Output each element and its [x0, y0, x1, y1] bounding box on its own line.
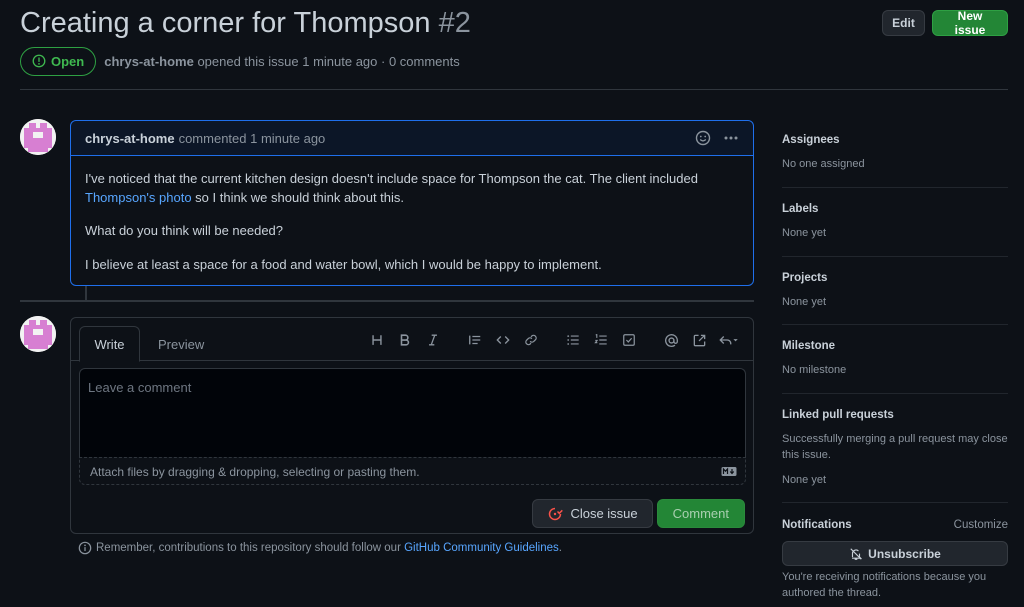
attach-files-text: Attach files by dragging & dropping, sel… [90, 465, 420, 479]
sidebar-divider [782, 187, 1008, 188]
smiley-icon[interactable] [695, 130, 711, 146]
comment-text: I've noticed that the current kitchen de… [85, 171, 698, 186]
guidelines-text: Remember, contributions to this reposito… [96, 542, 562, 554]
community-guidelines-link[interactable]: GitHub Community Guidelines [404, 542, 559, 554]
comment-textarea[interactable]: Leave a comment [79, 368, 746, 457]
milestone-title[interactable]: Milestone [782, 340, 1008, 352]
composer-actions: Close issue Comment [532, 499, 745, 528]
comment-body: I've noticed that the current kitchen de… [71, 156, 753, 274]
info-icon [78, 541, 92, 555]
customize-link[interactable]: Customize [954, 519, 1008, 531]
comment-paragraph: What do you think will be needed? [85, 223, 284, 238]
link-icon[interactable] [517, 330, 545, 350]
linked-prs-desc: Successfully merging a pull request may … [782, 433, 1008, 461]
thompson-photo-link[interactable]: Thompson's photo [85, 190, 192, 205]
community-guidelines-note: Remember, contributions to this reposito… [78, 541, 562, 555]
projects-title[interactable]: Projects [782, 272, 1008, 284]
new-issue-button[interactable]: New issue [932, 9, 1008, 37]
heading-icon[interactable] [363, 330, 391, 350]
sidebar-divider [782, 256, 1008, 257]
issue-header: Creating a corner for Thompson #2 Edit N… [20, 4, 1008, 44]
numbered-list-icon[interactable] [587, 330, 615, 350]
italic-icon[interactable] [419, 330, 447, 350]
sidebar-notifications: Notifications Customize [782, 519, 1008, 539]
assignees-title[interactable]: Assignees [782, 134, 1008, 146]
markdown-toolbar [363, 330, 745, 350]
unsubscribe-label: Unsubscribe [868, 546, 941, 561]
close-issue-label: Close issue [570, 506, 638, 521]
bulleted-list-icon[interactable] [559, 330, 587, 350]
issue-title-text: Creating a corner for Thompson [20, 7, 431, 39]
sidebar-divider [782, 324, 1008, 325]
issue-author-link[interactable]: chrys-at-home [104, 54, 194, 69]
linked-prs-value: None yet [782, 474, 827, 486]
guidelines-suffix: . [558, 542, 562, 554]
status-label: Open [51, 53, 85, 69]
issue-meta: Open chrys-at-home opened this issue 1 m… [20, 46, 460, 76]
markdown-icon[interactable] [721, 466, 737, 477]
header-actions: Edit New issue [882, 9, 1008, 37]
issue-closed-icon [549, 507, 564, 520]
code-icon[interactable] [489, 330, 517, 350]
avatar[interactable] [20, 316, 56, 352]
issue-comment: chrys-at-home commented 1 minute ago I'v… [70, 120, 754, 286]
comment-tools [695, 130, 739, 146]
comment-button[interactable]: Comment [656, 499, 745, 528]
comment-author[interactable]: chrys-at-home [85, 131, 175, 146]
reply-icon[interactable] [713, 330, 745, 350]
comment-timestamp[interactable]: commented 1 minute ago [179, 131, 326, 146]
comment-paragraph: I believe at least a space for a food an… [85, 256, 602, 272]
issue-opened-icon [32, 54, 46, 68]
tab-write[interactable]: Write [79, 326, 140, 362]
issue-opened-text: opened this issue 1 minute ago · 0 comme… [197, 53, 460, 69]
labels-title[interactable]: Labels [782, 203, 1008, 215]
notifications-reason: You're receiving notifications because y… [782, 569, 1008, 601]
mention-icon[interactable] [657, 330, 685, 350]
reference-icon[interactable] [685, 330, 713, 350]
sidebar-linked-prs: Linked pull requests Successfully mergin… [782, 409, 1008, 488]
header-divider [20, 89, 1008, 90]
sidebar-assignees[interactable]: Assignees No one assigned [782, 134, 1008, 172]
bell-slash-icon [850, 547, 863, 560]
sidebar-divider [782, 393, 1008, 394]
assignees-value: No one assigned [782, 158, 865, 170]
notifications-desc: You're receiving notifications because y… [782, 571, 987, 599]
avatar[interactable] [20, 119, 56, 155]
linked-prs-title: Linked pull requests [782, 409, 894, 421]
status-badge: Open [20, 46, 97, 76]
sidebar-projects[interactable]: Projects None yet [782, 272, 1008, 310]
unsubscribe-button[interactable]: Unsubscribe [782, 541, 1008, 566]
issue-title: Creating a corner for Thompson #2 [20, 4, 1008, 42]
attach-files-bar[interactable]: Attach files by dragging & dropping, sel… [79, 457, 746, 485]
edit-button[interactable]: Edit [882, 10, 925, 36]
timeline-connector [85, 286, 87, 300]
labels-value: None yet [782, 227, 827, 239]
comment-header: chrys-at-home commented 1 minute ago [71, 121, 753, 156]
kebab-horizontal-icon[interactable] [723, 130, 739, 146]
timeline-divider [20, 300, 754, 302]
comment-composer: Write Preview Leave a comment Attach fil… [70, 317, 754, 534]
issue-meta-text: chrys-at-home opened this issue 1 minute… [104, 54, 460, 69]
comment-paragraph: I've noticed that the current kitchen de… [85, 170, 739, 207]
tab-preview[interactable]: Preview [144, 326, 218, 362]
guidelines-prefix: Remember, contributions to this reposito… [96, 542, 405, 554]
task-list-icon[interactable] [615, 330, 643, 350]
sidebar-divider [782, 502, 1008, 503]
bold-icon[interactable] [391, 330, 419, 350]
sidebar-milestone[interactable]: Milestone No milestone [782, 340, 1008, 378]
milestone-value: No milestone [782, 364, 847, 376]
close-issue-button[interactable]: Close issue [532, 499, 653, 528]
comment-text: so I think we should think about this. [191, 189, 405, 205]
issue-number: #2 [438, 7, 471, 39]
quote-icon[interactable] [461, 330, 489, 350]
sidebar-labels[interactable]: Labels None yet [782, 203, 1008, 241]
projects-value: None yet [782, 296, 827, 308]
composer-tabs: Write Preview [71, 318, 753, 362]
